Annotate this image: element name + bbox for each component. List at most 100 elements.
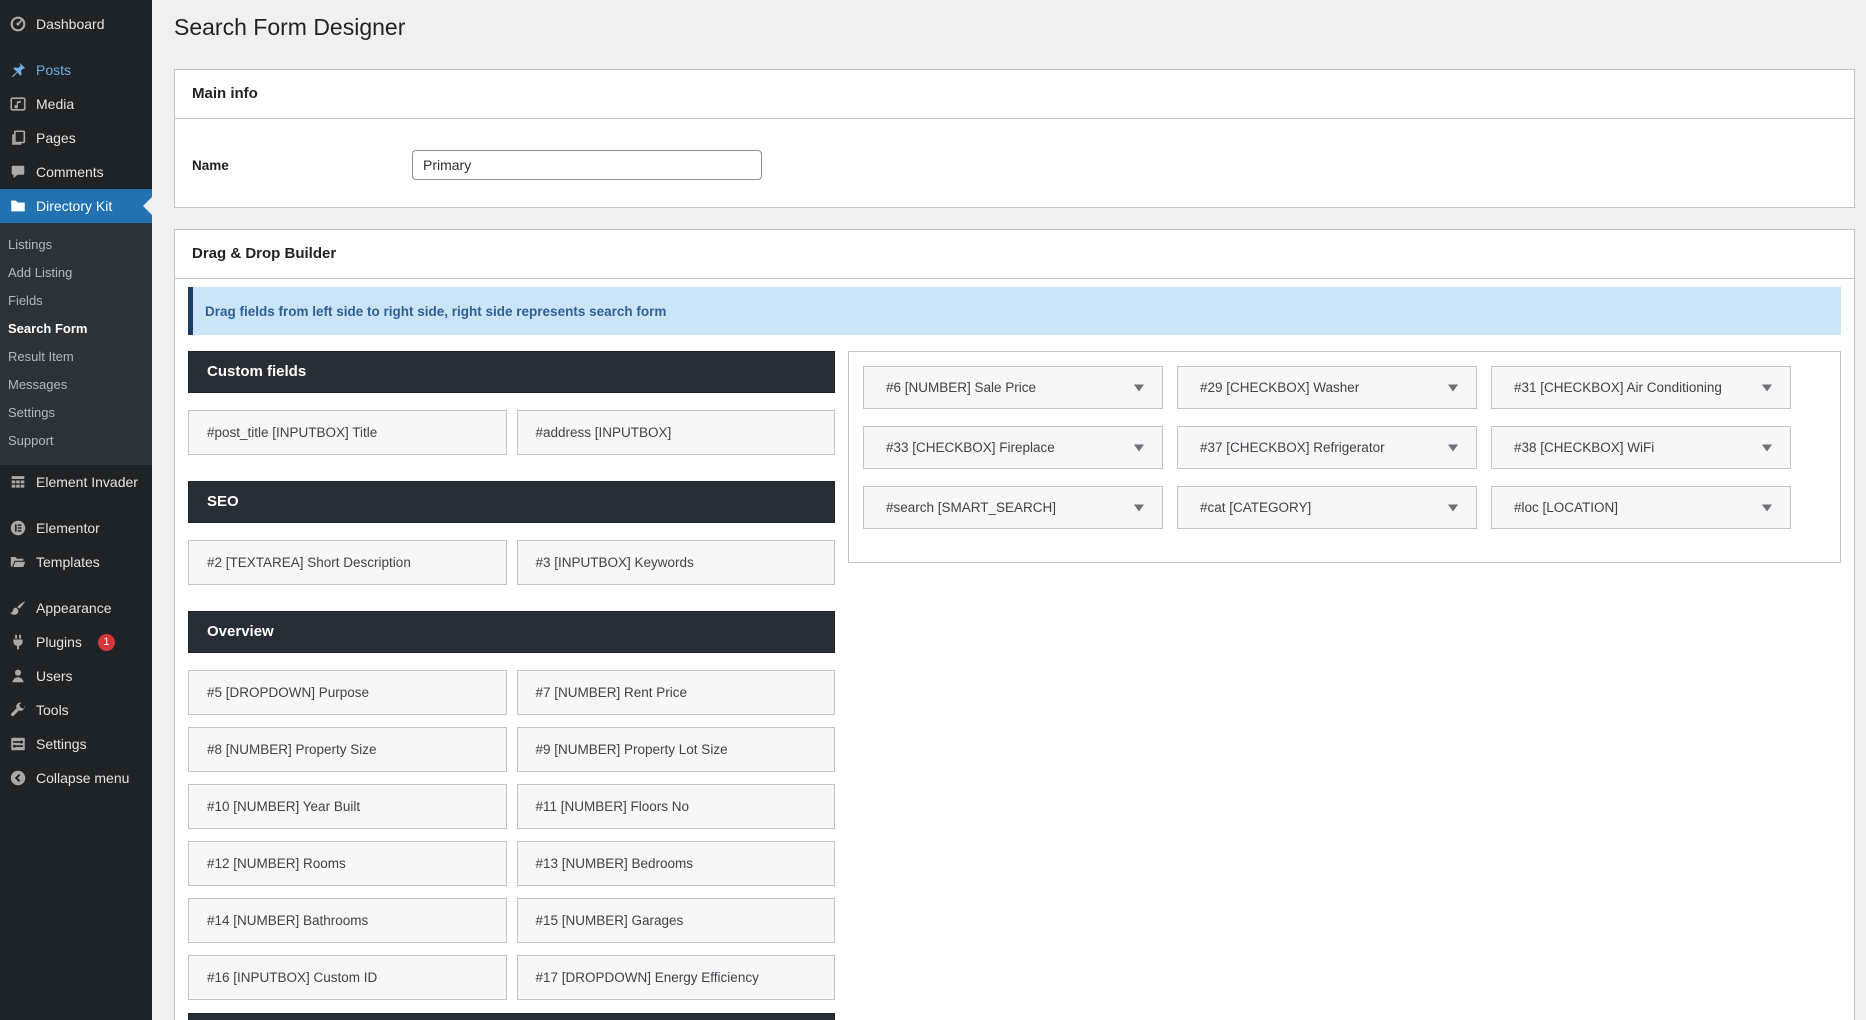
sidebar-item-pages[interactable]: Pages — [0, 121, 152, 155]
sidebar-item-appearance[interactable]: Appearance — [0, 591, 152, 625]
main-info-card-title: Main info — [175, 70, 1854, 119]
submenu-item-settings[interactable]: Settings — [0, 399, 152, 427]
dropped-field-label: #37 [CHECKBOX] Refrigerator — [1200, 440, 1385, 455]
draggable-field[interactable]: #13 [NUMBER] Bedrooms — [517, 841, 836, 886]
submenu-item-messages[interactable]: Messages — [0, 371, 152, 399]
sidebar-item-users[interactable]: Users — [0, 659, 152, 693]
dropped-field-label: #33 [CHECKBOX] Fireplace — [886, 440, 1055, 455]
sidebar-item-plugins[interactable]: Plugins 1 — [0, 625, 152, 659]
settings-icon — [9, 735, 27, 753]
dropped-field[interactable]: #loc [LOCATION] — [1491, 486, 1791, 529]
name-form-row: Name — [192, 150, 1837, 180]
paintbrush-icon — [9, 599, 27, 617]
sidebar-item-label: Collapse menu — [36, 768, 129, 788]
submenu-item-search-form[interactable]: Search Form — [0, 315, 152, 343]
media-icon — [9, 95, 27, 113]
dropped-field-label: #search [SMART_SEARCH] — [886, 500, 1056, 515]
dropdown-caret-icon[interactable] — [1448, 504, 1458, 511]
draggable-field[interactable]: #8 [NUMBER] Property Size — [188, 727, 507, 772]
sidebar-item-label: Posts — [36, 60, 71, 80]
dropdown-caret-icon[interactable] — [1762, 504, 1772, 511]
draggable-field[interactable]: #9 [NUMBER] Property Lot Size — [517, 727, 836, 772]
overview-fields-grid: #5 [DROPDOWN] Purpose #7 [NUMBER] Rent P… — [188, 670, 835, 1000]
dropped-field[interactable]: #cat [CATEGORY] — [1177, 486, 1477, 529]
search-form-dropzone[interactable]: #6 [NUMBER] Sale Price #29 [CHECKBOX] Wa… — [848, 351, 1841, 563]
dropped-field-label: #loc [LOCATION] — [1514, 500, 1618, 515]
dropdown-caret-icon[interactable] — [1134, 444, 1144, 451]
dropdown-caret-icon[interactable] — [1134, 384, 1144, 391]
draggable-field[interactable]: #10 [NUMBER] Year Built — [188, 784, 507, 829]
draggable-field[interactable]: #15 [NUMBER] Garages — [517, 898, 836, 943]
dropped-field-label: #6 [NUMBER] Sale Price — [886, 380, 1036, 395]
menu-separator — [0, 41, 152, 53]
dropdown-caret-icon[interactable] — [1762, 384, 1772, 391]
sidebar-item-elementor[interactable]: Elementor — [0, 511, 152, 545]
sidebar-item-label: Plugins — [36, 632, 82, 652]
sidebar-item-element-invader[interactable]: Element Invader — [0, 465, 152, 499]
sidebar-item-dashboard[interactable]: Dashboard — [0, 7, 152, 41]
builder-card: Drag & Drop Builder Drag fields from lef… — [174, 229, 1855, 1020]
builder-card-title: Drag & Drop Builder — [175, 230, 1854, 279]
submenu-item-listings[interactable]: Listings — [0, 231, 152, 259]
dropped-field[interactable]: #33 [CHECKBOX] Fireplace — [863, 426, 1163, 469]
builder-columns: Custom fields #post_title [INPUTBOX] Tit… — [188, 351, 1841, 1020]
directory-kit-submenu: Listings Add Listing Fields Search Form … — [0, 223, 152, 465]
sidebar-item-tools[interactable]: Tools — [0, 693, 152, 727]
draggable-field[interactable]: #3 [INPUTBOX] Keywords — [517, 540, 836, 585]
grid-icon — [9, 473, 27, 491]
dropped-field[interactable]: #31 [CHECKBOX] Air Conditioning — [1491, 366, 1791, 409]
drag-drop-notice-text: Drag fields from left side to right side… — [205, 304, 666, 319]
plug-icon — [9, 633, 27, 651]
name-label: Name — [192, 158, 412, 173]
sidebar-item-label: Dashboard — [36, 14, 105, 34]
draggable-field[interactable]: #2 [TEXTAREA] Short Description — [188, 540, 507, 585]
sidebar-item-media[interactable]: Media — [0, 87, 152, 121]
pushpin-icon — [9, 61, 27, 79]
draggable-field[interactable]: #17 [DROPDOWN] Energy Efficiency — [517, 955, 836, 1000]
dropped-field[interactable]: #38 [CHECKBOX] WiFi — [1491, 426, 1791, 469]
sidebar-item-collapse-menu[interactable]: Collapse menu — [0, 761, 152, 795]
draggable-field[interactable]: #12 [NUMBER] Rooms — [188, 841, 507, 886]
draggable-field[interactable]: #16 [INPUTBOX] Custom ID — [188, 955, 507, 1000]
sidebar-item-directory-kit[interactable]: Directory Kit — [0, 189, 152, 223]
draggable-field[interactable]: #post_title [INPUTBOX] Title — [188, 410, 507, 455]
submenu-item-support[interactable]: Support — [0, 427, 152, 455]
sidebar-item-label: Appearance — [36, 598, 112, 618]
sidebar-item-label: Elementor — [36, 518, 100, 538]
sidebar-item-posts[interactable]: Posts — [0, 53, 152, 87]
dropped-field-label: #31 [CHECKBOX] Air Conditioning — [1514, 380, 1722, 395]
dropdown-caret-icon[interactable] — [1448, 384, 1458, 391]
draggable-field[interactable]: #5 [DROPDOWN] Purpose — [188, 670, 507, 715]
dropped-field[interactable]: #6 [NUMBER] Sale Price — [863, 366, 1163, 409]
dropdown-caret-icon[interactable] — [1134, 504, 1144, 511]
custom-fields-grid: #post_title [INPUTBOX] Title #address [I… — [188, 410, 835, 455]
sidebar-item-label: Comments — [36, 162, 104, 182]
builder-card-body: Drag fields from left side to right side… — [175, 279, 1854, 1020]
plugins-update-badge: 1 — [98, 634, 115, 651]
pages-icon — [9, 129, 27, 147]
dropdown-caret-icon[interactable] — [1762, 444, 1772, 451]
form-name-input[interactable] — [412, 150, 762, 180]
available-fields-column: Custom fields #post_title [INPUTBOX] Tit… — [188, 351, 835, 1020]
sidebar-item-templates[interactable]: Templates — [0, 545, 152, 579]
submenu-item-result-item[interactable]: Result Item — [0, 343, 152, 371]
dropdown-caret-icon[interactable] — [1448, 444, 1458, 451]
dropped-field-label: #38 [CHECKBOX] WiFi — [1514, 440, 1654, 455]
submenu-item-fields[interactable]: Fields — [0, 287, 152, 315]
draggable-field[interactable]: #address [INPUTBOX] — [517, 410, 836, 455]
sidebar-item-settings[interactable]: Settings — [0, 727, 152, 761]
section-header-seo: SEO — [188, 481, 835, 523]
draggable-field[interactable]: #11 [NUMBER] Floors No — [517, 784, 836, 829]
section-header-custom-fields: Custom fields — [188, 351, 835, 393]
dropped-field[interactable]: #29 [CHECKBOX] Washer — [1177, 366, 1477, 409]
draggable-field[interactable]: #14 [NUMBER] Bathrooms — [188, 898, 507, 943]
submenu-item-add-listing[interactable]: Add Listing — [0, 259, 152, 287]
menu-separator — [0, 579, 152, 591]
comments-icon — [9, 163, 27, 181]
draggable-field[interactable]: #7 [NUMBER] Rent Price — [517, 670, 836, 715]
dropped-field-label: #cat [CATEGORY] — [1200, 500, 1311, 515]
dropped-field[interactable]: #37 [CHECKBOX] Refrigerator — [1177, 426, 1477, 469]
sidebar-item-label: Pages — [36, 128, 76, 148]
dropped-field[interactable]: #search [SMART_SEARCH] — [863, 486, 1163, 529]
sidebar-item-comments[interactable]: Comments — [0, 155, 152, 189]
